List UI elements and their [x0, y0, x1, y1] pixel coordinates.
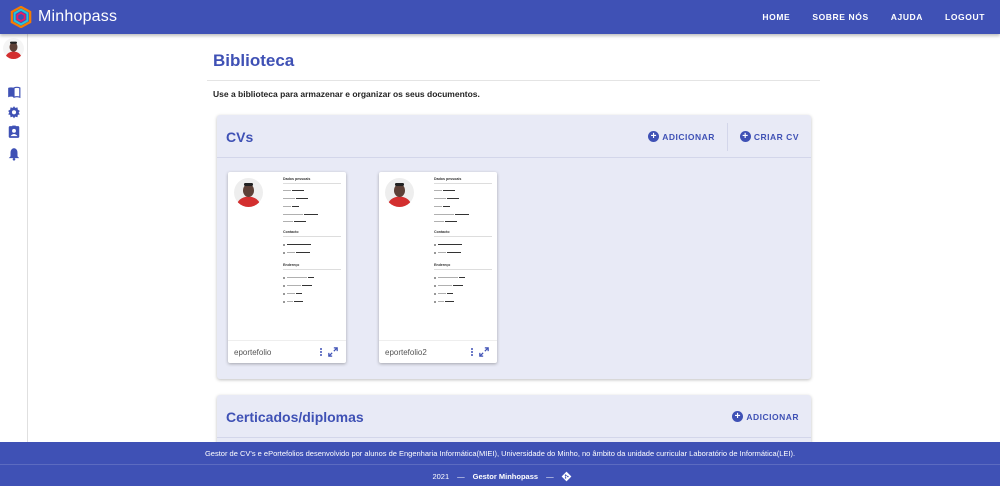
certificates-panel-actions: + ADICIONAR — [720, 395, 811, 438]
gear-icon[interactable] — [7, 105, 21, 119]
nav-about[interactable]: SOBRE NÓS — [812, 12, 868, 22]
cv-card-footer: eportefolio2 — [379, 340, 497, 363]
footer-credits: 2021 — Gestor Minhopass — — [0, 471, 1000, 482]
git-icon[interactable] — [561, 471, 572, 482]
add-circle-icon: + — [739, 131, 751, 142]
certificates-panel: Certicados/diplomas + ADICIONAR — [217, 395, 811, 442]
book-icon[interactable] — [7, 85, 21, 99]
certificates-panel-title: Certicados/diplomas — [226, 409, 364, 425]
nav-help[interactable]: AJUDA — [891, 12, 923, 22]
add-certificate-label: ADICIONAR — [746, 411, 799, 422]
cvs-panel: CVs + ADICIONAR + CRIAR CV Dados pessoai… — [217, 115, 811, 379]
create-cv-label: CRIAR CV — [753, 131, 799, 142]
bell-icon[interactable] — [7, 147, 21, 161]
brand[interactable]: Minhopass — [10, 6, 117, 28]
add-certificate-button[interactable]: + ADICIONAR — [720, 411, 811, 422]
certificates-panel-header: Certicados/diplomas + ADICIONAR — [217, 395, 811, 438]
cvs-panel-actions: + ADICIONAR + CRIAR CV — [636, 115, 811, 158]
create-cv-button[interactable]: + CRIAR CV — [728, 131, 811, 142]
page-footer: Gestor de CV's e ePortefolios desenvolvi… — [0, 442, 1000, 486]
footer-project-name: Gestor Minhopass — [472, 472, 539, 481]
add-circle-icon: + — [732, 411, 744, 422]
cv-name: eportefolio2 — [385, 348, 427, 357]
cv-thumbnail: Dados pessoais Contacto Endereço — [228, 172, 346, 338]
brand-name: Minhopass — [38, 8, 118, 25]
page-title: Biblioteca — [213, 51, 295, 70]
minhopass-logo-icon — [10, 6, 32, 28]
more-vert-icon[interactable] — [318, 347, 324, 358]
footer-dash: — — [546, 472, 554, 481]
page-description: Use a biblioteca para armazenar e organi… — [213, 89, 480, 99]
cv-thumbnail: Dados pessoais Contacto Endereço — [379, 172, 497, 338]
add-circle-icon: + — [648, 131, 660, 142]
user-avatar[interactable] — [3, 38, 24, 59]
footer-dash: — — [457, 472, 465, 481]
cvs-panel-title: CVs — [226, 129, 254, 145]
nav-logout[interactable]: LOGOUT — [945, 12, 985, 22]
add-cv-button[interactable]: + ADICIONAR — [636, 131, 727, 142]
cv-card-footer: eportefolio — [228, 340, 346, 363]
cvs-panel-header: CVs + ADICIONAR + CRIAR CV — [217, 115, 811, 158]
add-cv-label: ADICIONAR — [662, 131, 715, 142]
title-divider — [207, 80, 820, 81]
footer-description: Gestor de CV's e ePortefolios desenvolvi… — [204, 449, 796, 458]
main-content: Biblioteca Use a biblioteca para armazen… — [207, 34, 827, 442]
side-rail — [0, 34, 28, 442]
footer-year: 2021 — [432, 472, 450, 481]
expand-icon[interactable] — [479, 347, 489, 357]
cv-card[interactable]: Dados pessoais Contacto Endereço eportef… — [228, 172, 346, 363]
cv-photo — [234, 178, 263, 207]
expand-icon[interactable] — [328, 347, 338, 357]
cv-name: eportefolio — [234, 348, 272, 357]
main-nav: HOME SOBRE NÓS AJUDA LOGOUT — [740, 12, 985, 22]
cv-photo — [385, 178, 414, 207]
contact-card-icon[interactable] — [7, 125, 21, 139]
more-vert-icon[interactable] — [469, 347, 475, 358]
nav-home[interactable]: HOME — [762, 12, 790, 22]
footer-divider — [0, 464, 1000, 465]
cv-card[interactable]: Dados pessoais Contacto Endereço eportef… — [379, 172, 497, 363]
top-app-bar: Minhopass HOME SOBRE NÓS AJUDA LOGOUT — [0, 0, 1000, 34]
